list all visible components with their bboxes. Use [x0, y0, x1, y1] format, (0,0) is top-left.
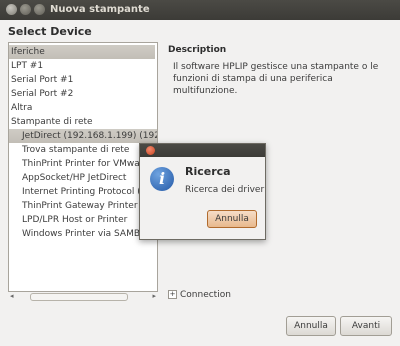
search-dialog: i Ricerca Ricerca dei driver Annulla: [139, 143, 266, 240]
device-list[interactable]: Iferiche LPT #1 Serial Port #1 Serial Port …: [8, 42, 158, 292]
device-list-item[interactable]: Altra: [9, 101, 157, 115]
window-maximize-button[interactable]: [34, 4, 45, 15]
description-text: Il software HPLIP gestisce una stampante…: [173, 62, 379, 96]
device-list-item[interactable]: ThinPrint Gateway Printer fo: [9, 199, 157, 213]
connection-expander[interactable]: + Connection: [168, 290, 231, 300]
device-list-item[interactable]: JetDirect (192.168.1.199) (192.16: [9, 129, 157, 143]
window-titlebar: Nuova stampante: [0, 0, 400, 20]
scrollbar-thumb[interactable]: [30, 293, 128, 301]
expander-icon[interactable]: +: [168, 290, 177, 299]
device-list-item[interactable]: Serial Port #1: [9, 73, 157, 87]
dialog-title: Ricerca: [185, 165, 231, 178]
page-title: Select Device: [8, 25, 92, 38]
description-title: Description: [168, 45, 227, 55]
forward-button[interactable]: Avanti: [340, 316, 392, 336]
device-list-item[interactable]: Serial Port #2: [9, 87, 157, 101]
window-title: Nuova stampante: [50, 4, 150, 15]
device-list-item[interactable]: Iferiche: [9, 45, 155, 59]
device-list-item[interactable]: LPD/LPR Host or Printer: [9, 213, 157, 227]
dialog-cancel-button[interactable]: Annulla: [207, 210, 257, 228]
window-close-button[interactable]: [6, 4, 17, 15]
device-list-item[interactable]: Trova stampante di rete: [9, 143, 157, 157]
dialog-message: Ricerca dei driver: [185, 185, 265, 195]
dialog-close-button[interactable]: [146, 146, 155, 155]
connection-label: Connection: [180, 290, 231, 300]
device-list-item[interactable]: Stampante di rete: [9, 115, 157, 129]
device-list-item[interactable]: Internet Printing Protocol (ipp: [9, 185, 157, 199]
device-list-item[interactable]: AppSocket/HP JetDirect: [9, 171, 157, 185]
device-list-item[interactable]: ThinPrint Printer for VMware: [9, 157, 157, 171]
scroll-right-icon[interactable]: ▸: [152, 292, 156, 300]
info-icon: i: [150, 167, 174, 191]
horizontal-scrollbar[interactable]: ◂ ▸: [8, 291, 158, 301]
dialog-titlebar: [140, 144, 265, 157]
window-minimize-button[interactable]: [20, 4, 31, 15]
device-list-item[interactable]: Windows Printer via SAMBA: [9, 227, 157, 241]
device-list-item[interactable]: LPT #1: [9, 59, 157, 73]
scroll-left-icon[interactable]: ◂: [10, 292, 14, 300]
cancel-button[interactable]: Annulla: [286, 316, 336, 336]
